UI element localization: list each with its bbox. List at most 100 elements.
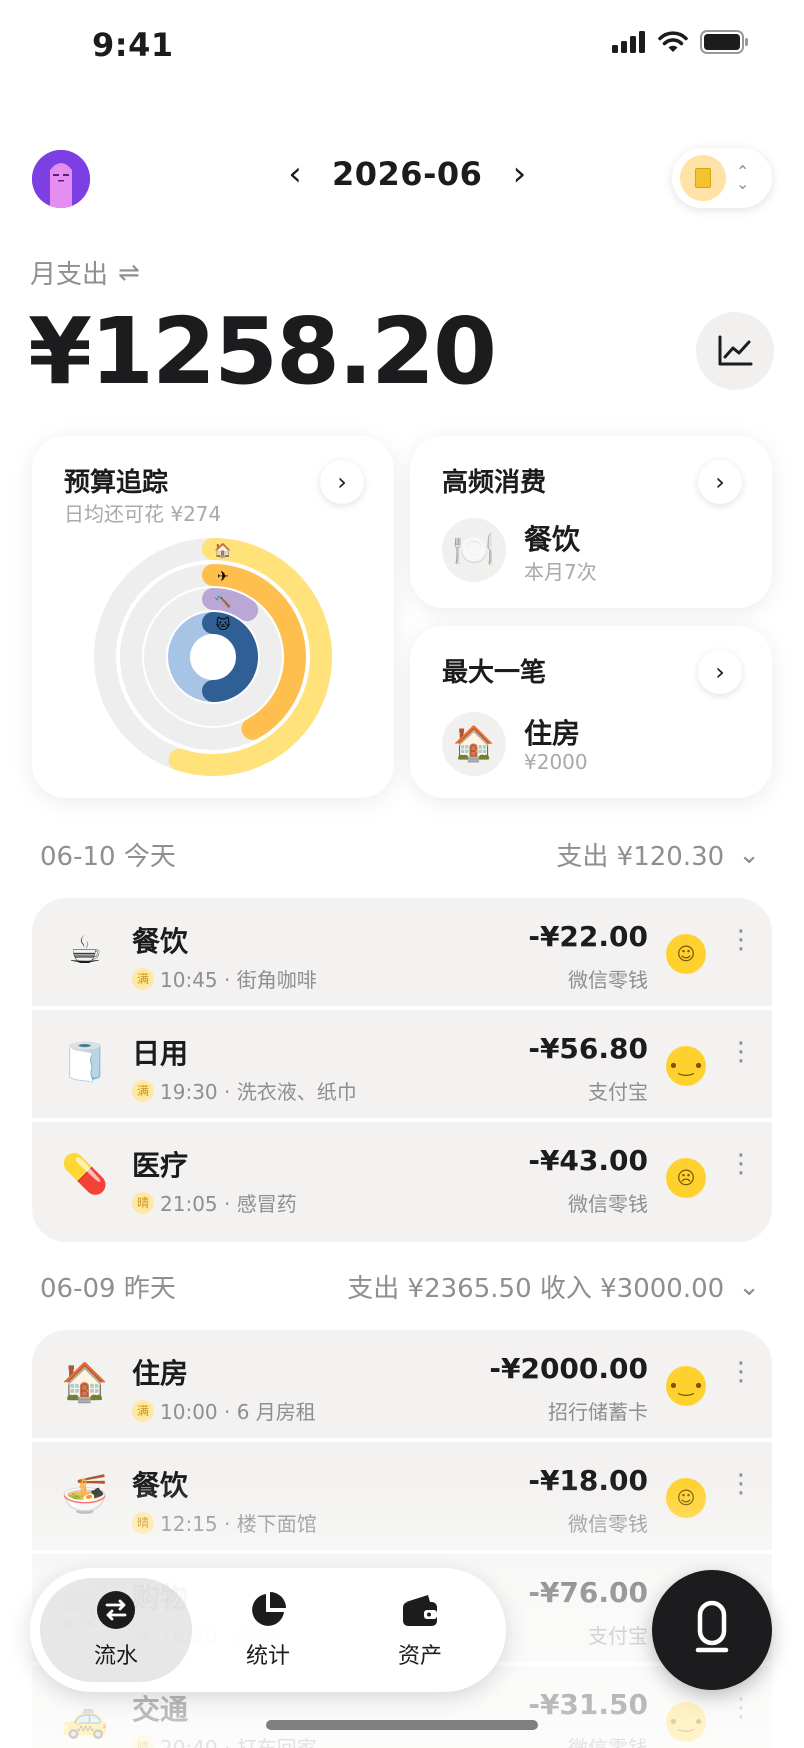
chevron-down-icon[interactable]: ⌄ [738, 1272, 760, 1302]
transaction-amount: -¥31.50 [528, 1688, 648, 1721]
transaction-row[interactable]: 🧻 日用满 19:30 · 洗衣液、纸巾 -¥56.80 支付宝 •‿• ⋮ [32, 1010, 772, 1122]
status-time: 9:41 [92, 26, 174, 64]
tab-bar: 流水 统计 资产 [30, 1568, 506, 1692]
biggest-expense-card[interactable]: 最大一笔 › 🏠 住房 ¥2000 [410, 626, 772, 798]
payment-account: 招行储蓄卡 [548, 1400, 648, 1424]
wifi-icon [658, 31, 688, 52]
budget-card-title: 预算追踪 [64, 468, 169, 498]
voice-input-button[interactable] [652, 1570, 772, 1690]
trend-chart-button[interactable] [696, 312, 774, 390]
time-note: 20:40 · 打车回家 [160, 1736, 317, 1748]
transaction-detail: 晴 20:40 · 打车回家 [132, 1732, 317, 1748]
mood-emoji-icon[interactable]: •‿• [666, 1702, 706, 1742]
tab-label: 统计 [245, 1644, 290, 1669]
mood-emoji-icon[interactable]: ☺ [666, 934, 706, 974]
more-options-icon[interactable]: ⋮ [728, 1039, 754, 1065]
weather-badge: 满 [132, 1079, 154, 1102]
swap-icon: ⇌ [118, 257, 140, 288]
tab-label: 流水 [93, 1644, 138, 1669]
month-expense-text: 月支出 [30, 260, 109, 290]
transaction-row[interactable]: 🍜 餐饮晴 12:15 · 楼下面馆 -¥18.00 微信零钱 ☺ ⋮ [32, 1442, 772, 1554]
chevron-updown-icon: ⌃ ⌄ [736, 162, 750, 193]
battery-icon [700, 30, 748, 54]
tab-assets[interactable]: 资产 [344, 1578, 496, 1682]
chevron-down-icon[interactable]: ⌄ [738, 840, 760, 870]
time-note: 21:05 · 感冒药 [160, 1192, 297, 1216]
time-note: 10:45 · 街角咖啡 [160, 968, 317, 992]
plate-icon: 🍽️ [442, 518, 506, 582]
more-options-icon[interactable]: ⋮ [728, 1151, 754, 1177]
day-header-today[interactable]: 06-10 今天 支出 ¥120.30 ⌄ [40, 836, 760, 873]
frequent-card-title: 高频消费 [442, 468, 547, 498]
transaction-amount: -¥56.80 [528, 1032, 648, 1065]
budget-card-subtitle: 日均还可花 ¥274 [64, 502, 222, 526]
frequent-card-chevron-right-icon[interactable]: › [698, 460, 742, 504]
payment-account: 支付宝 [588, 1624, 648, 1648]
payment-account: 微信零钱 [568, 1192, 648, 1216]
day-date: 06-10 今天 [40, 842, 176, 872]
transaction-row[interactable]: 💊 医疗晴 21:05 · 感冒药 -¥43.00 微信零钱 ☹ ⋮ [32, 1122, 772, 1234]
more-options-icon[interactable]: ⋮ [728, 1471, 754, 1497]
category-name: 餐饮 [132, 925, 189, 958]
tab-stats[interactable]: 统计 [192, 1578, 344, 1682]
biggest-category-name: 住房 [524, 717, 581, 750]
chevron-left-icon[interactable]: ‹ [280, 154, 310, 194]
transaction-amount: -¥43.00 [528, 1144, 648, 1177]
more-options-icon[interactable]: ⋮ [728, 1695, 754, 1721]
biggest-card-chevron-right-icon[interactable]: › [698, 650, 742, 694]
home-indicator [266, 1720, 538, 1730]
transaction-amount: -¥22.00 [528, 920, 648, 953]
weather-badge: 满 [132, 967, 154, 990]
category-name: 住房 [132, 1357, 189, 1390]
budget-card-chevron-right-icon[interactable]: › [320, 460, 364, 504]
time-note: 10:00 · 6 月房租 [160, 1400, 316, 1424]
tab-flow[interactable]: 流水 [40, 1578, 192, 1682]
avatar-character-icon [32, 150, 90, 208]
month-navigator: ‹ 2026-06 › [280, 154, 534, 194]
mood-emoji-icon[interactable]: ☹ [666, 1158, 706, 1198]
weather-badge: 晴 [132, 1735, 154, 1748]
more-options-icon[interactable]: ⋮ [728, 927, 754, 953]
mood-emoji-icon[interactable]: •‿• [666, 1366, 706, 1406]
pie-chart-icon [252, 1592, 286, 1626]
day-header-yesterday[interactable]: 06-09 昨天 支出 ¥2365.50 收入 ¥3000.00 ⌄ [40, 1268, 760, 1305]
transaction-group-today: ☕ 餐饮满 10:45 · 街角咖啡 -¥22.00 微信零钱 ☺ ⋮ 🧻 日用满 19:30 ·… [32, 898, 772, 1242]
category-name: 医疗 [132, 1149, 189, 1182]
day-summary: 支出 ¥120.30 [556, 842, 725, 872]
microphone-icon [695, 1600, 729, 1653]
category-icon: 🧻 [61, 1040, 109, 1084]
month-expense-label[interactable]: 月支出 ⇌ [30, 254, 140, 291]
mood-emoji-icon[interactable]: ☺ [666, 1478, 706, 1518]
transaction-row[interactable]: 🏠 住房满 10:00 · 6 月房租 -¥2000.00 招行储蓄卡 •‿• ⋮ [32, 1330, 772, 1442]
transaction-detail: 晴 12:15 · 楼下面馆 [132, 1508, 317, 1537]
transaction-amount: -¥18.00 [528, 1464, 648, 1497]
frequent-spending-card[interactable]: 高频消费 › 🍽️ 餐饮 本月7次 [410, 436, 772, 608]
category-name: 交通 [132, 1693, 189, 1726]
mood-emoji-icon[interactable]: •‿• [666, 1046, 706, 1086]
avatar[interactable] [32, 150, 90, 208]
transaction-amount: -¥76.00 [528, 1576, 648, 1609]
month-expense-amount: ¥1258.20 [28, 298, 497, 405]
category-icon: 💊 [61, 1152, 109, 1196]
budget-tracker-card[interactable]: 预算追踪 日均还可花 ¥274 › 🏠 ✈ 🔨 🐱 [32, 436, 394, 798]
category-icon: 🍜 [61, 1472, 109, 1516]
cellular-signal-icon [612, 31, 645, 53]
payment-account: 微信零钱 [568, 1512, 648, 1536]
flow-icon [97, 1591, 135, 1629]
budget-rings-chart: 🏠 ✈ 🔨 🐱 [94, 538, 332, 776]
payment-account: 支付宝 [588, 1080, 648, 1104]
transaction-amount: -¥2000.00 [489, 1352, 648, 1385]
wallet-icon [403, 1595, 437, 1626]
current-month[interactable]: 2026-06 [332, 155, 482, 193]
transaction-detail: 满 19:30 · 洗衣液、纸巾 [132, 1076, 357, 1105]
ledger-switcher[interactable]: ⌃ ⌄ [672, 148, 772, 208]
transaction-row[interactable]: ☕ 餐饮满 10:45 · 街角咖啡 -¥22.00 微信零钱 ☺ ⋮ [32, 898, 772, 1010]
day-summary: 支出 ¥2365.50 收入 ¥3000.00 [347, 1274, 725, 1304]
transaction-detail: 满 10:00 · 6 月房租 [132, 1396, 316, 1425]
category-icon: ☕ [67, 928, 103, 972]
more-options-icon[interactable]: ⋮ [728, 1359, 754, 1385]
category-name: 餐饮 [132, 1469, 189, 1502]
chevron-right-icon[interactable]: › [504, 154, 534, 194]
transaction-detail: 满 10:45 · 街角咖啡 [132, 964, 317, 993]
frequent-category-count: 本月7次 [524, 560, 597, 584]
